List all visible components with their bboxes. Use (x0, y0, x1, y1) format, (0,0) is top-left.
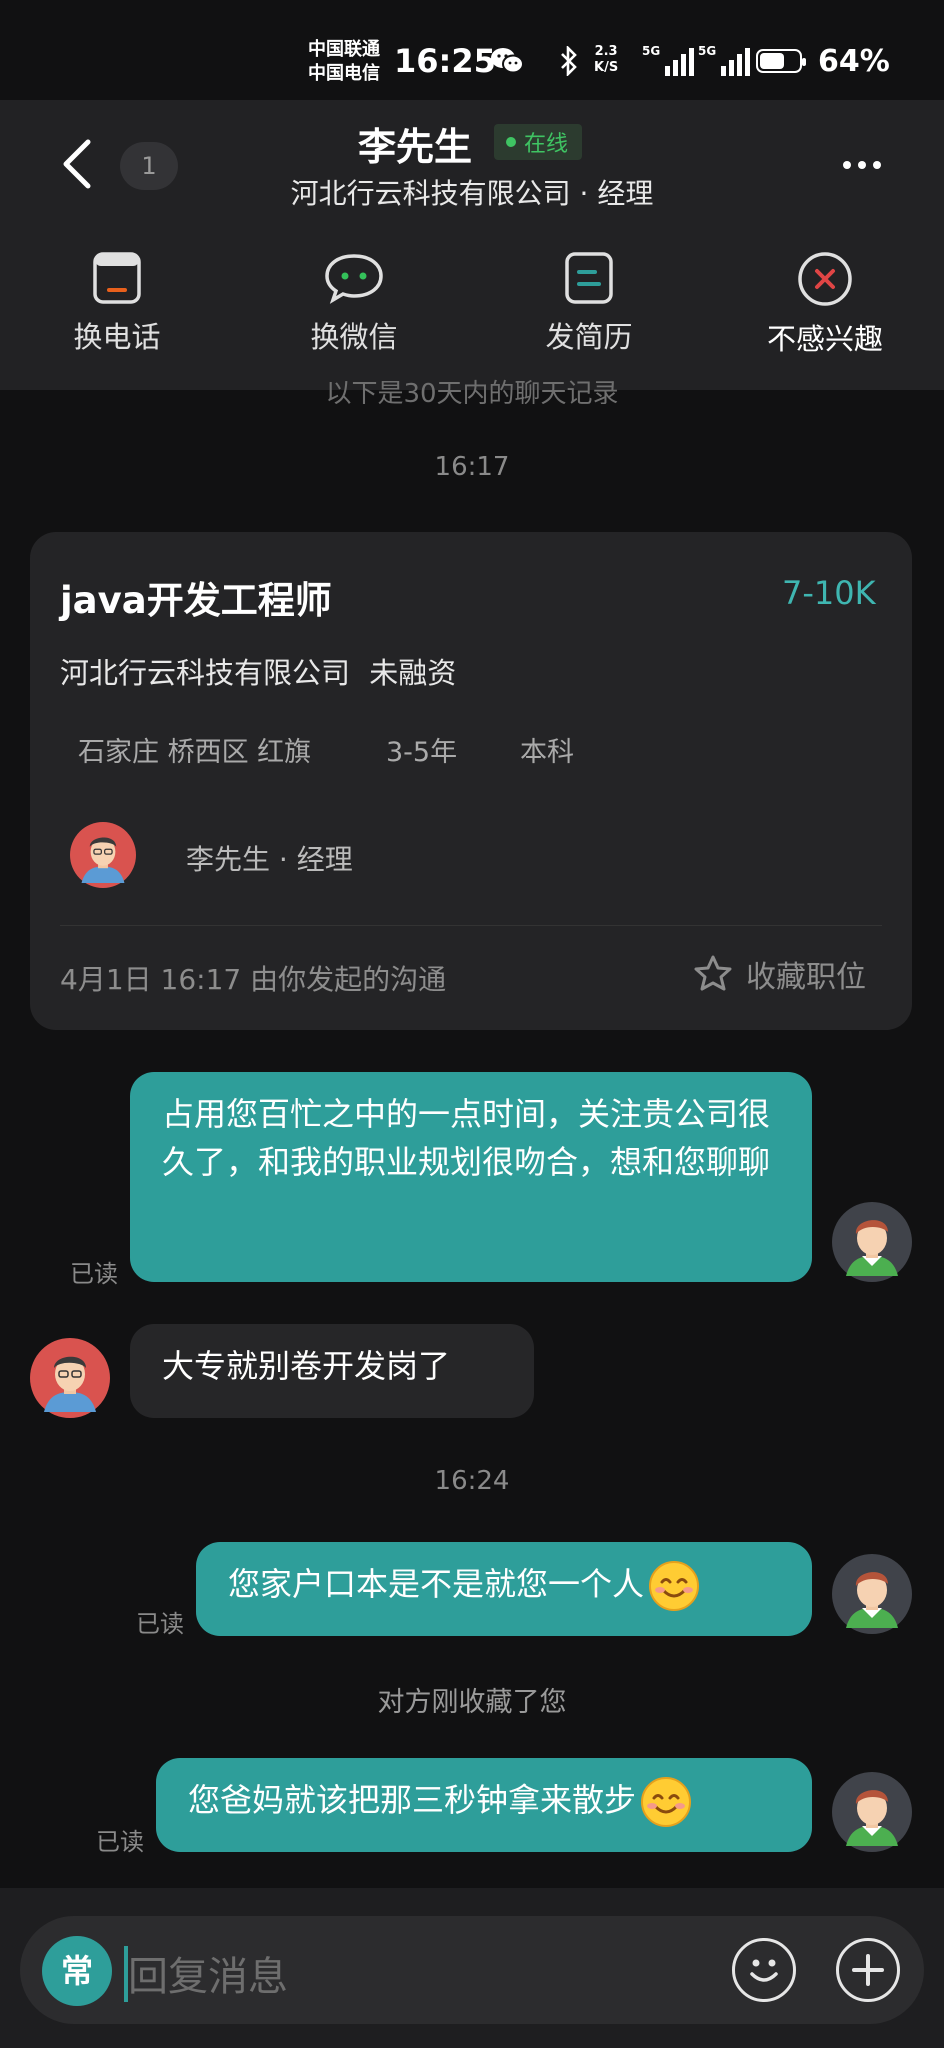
close-circle-icon (798, 252, 852, 306)
chat-origin-note: 4月1日 16:17 由你发起的沟通 (60, 963, 447, 996)
timestamp-2: 16:24 (434, 1466, 510, 1496)
online-dot-icon (506, 137, 516, 147)
contact-name: 李先生 (358, 125, 473, 169)
favorite-job-label: 收藏职位 (746, 960, 866, 995)
read-receipt: 已读 (70, 1260, 118, 1288)
message-bubble-mine[interactable]: 您爸妈就该把那三秒钟拿来散步 (156, 1758, 812, 1852)
plus-icon (852, 1954, 884, 1986)
contact-subtitle: 河北行云科技有限公司 · 经理 (290, 177, 654, 210)
exchange-phone-label: 换电话 (73, 320, 161, 354)
recruiter-name: 李先生 · 经理 (186, 843, 353, 876)
message-text: 您爸妈就该把那三秒钟拿来散步 (188, 1781, 637, 1819)
net-speed-value: 2.3 (594, 44, 618, 59)
battery-percent: 64% (818, 44, 890, 79)
job-location: 石家庄 桥西区 红旗 (78, 737, 312, 768)
quick-reply-button[interactable]: 常 (42, 1936, 112, 2006)
card-divider (60, 925, 882, 926)
carrier-labels: 中国联通 中国电信 (308, 38, 380, 86)
add-attachment-button[interactable] (836, 1938, 900, 2002)
carrier-2: 中国电信 (308, 63, 380, 84)
company-name: 河北行云科技有限公司 (60, 656, 351, 690)
message-bubble-mine[interactable]: 占用您百忙之中的一点时间，关注贵公司很久了，和我的职业规划很吻合，想和您聊聊 (130, 1072, 812, 1282)
signal-2-label: 5G (698, 44, 717, 58)
job-experience: 3-5年 (386, 737, 458, 768)
favorite-job-button[interactable]: 收藏职位 (692, 952, 866, 996)
net-speed: 2.3 K/S (594, 44, 618, 76)
message-bubble-mine[interactable]: 您家户口本是不是就您一个人 (196, 1542, 812, 1636)
star-icon (694, 955, 732, 991)
signal-1-icon: 5G (642, 44, 695, 76)
exchange-phone-button[interactable]: 换电话 (17, 250, 217, 356)
smile-emoji-icon (649, 1561, 700, 1611)
bluetooth-icon (558, 44, 580, 82)
exchange-wechat-button[interactable]: 换微信 (254, 250, 454, 356)
net-speed-unit: K/S (594, 60, 619, 75)
not-interested-label: 不感兴趣 (766, 322, 883, 356)
wechat-bubble-icon (325, 254, 383, 304)
history-note: 以下是30天内的聊天记录 (325, 379, 619, 404)
smile-emoji-icon (641, 1777, 692, 1827)
more-options-button[interactable] (842, 148, 882, 171)
recruiter-avatar (70, 822, 136, 888)
contact-avatar[interactable] (30, 1338, 110, 1418)
read-receipt: 已读 (136, 1610, 184, 1638)
more-dots-icon (843, 161, 881, 169)
exchange-wechat-label: 换微信 (310, 320, 398, 354)
message-text: 占用您百忙之中的一点时间，关注贵公司很久了，和我的职业规划很吻合，想和您聊聊 (162, 1095, 771, 1181)
phone-card-icon (93, 252, 141, 304)
my-avatar[interactable] (832, 1772, 912, 1852)
online-status-label: 在线 (524, 132, 569, 157)
online-status-badge: 在线 (494, 124, 583, 160)
timestamp-1: 16:17 (434, 452, 510, 482)
resume-icon (565, 252, 613, 304)
message-input-placeholder[interactable]: 回复消息 (128, 1944, 288, 2002)
my-avatar[interactable] (832, 1554, 912, 1634)
battery-icon (756, 49, 806, 73)
emoji-button[interactable] (732, 1938, 796, 2002)
job-title: java开发工程师 (60, 579, 332, 622)
message-text: 您家户口本是不是就您一个人 (228, 1565, 645, 1603)
signal-2-icon: 5G (698, 44, 751, 76)
battery-level (760, 53, 784, 69)
system-note: 对方刚收藏了您 (377, 1687, 567, 1718)
status-time: 16:25 (394, 42, 496, 80)
wechat-notification-icon (490, 46, 524, 82)
job-company: 河北行云科技有限公司 未融资 (60, 650, 456, 692)
not-interested-button[interactable]: 不感兴趣 (725, 250, 925, 358)
send-resume-button[interactable]: 发简历 (489, 250, 689, 356)
job-education: 本科 (520, 737, 574, 768)
message-bubble-theirs[interactable]: 大专就别卷开发岗了 (130, 1324, 534, 1418)
job-salary: 7-10K (782, 574, 876, 612)
carrier-1: 中国联通 (308, 39, 380, 60)
send-resume-label: 发简历 (545, 320, 633, 354)
smiley-icon (750, 1959, 778, 1982)
read-receipt: 已读 (96, 1828, 144, 1856)
company-funding: 未融资 (369, 656, 457, 690)
message-text: 大专就别卷开发岗了 (162, 1347, 451, 1385)
my-avatar[interactable] (832, 1202, 912, 1282)
signal-1-label: 5G (642, 44, 661, 58)
